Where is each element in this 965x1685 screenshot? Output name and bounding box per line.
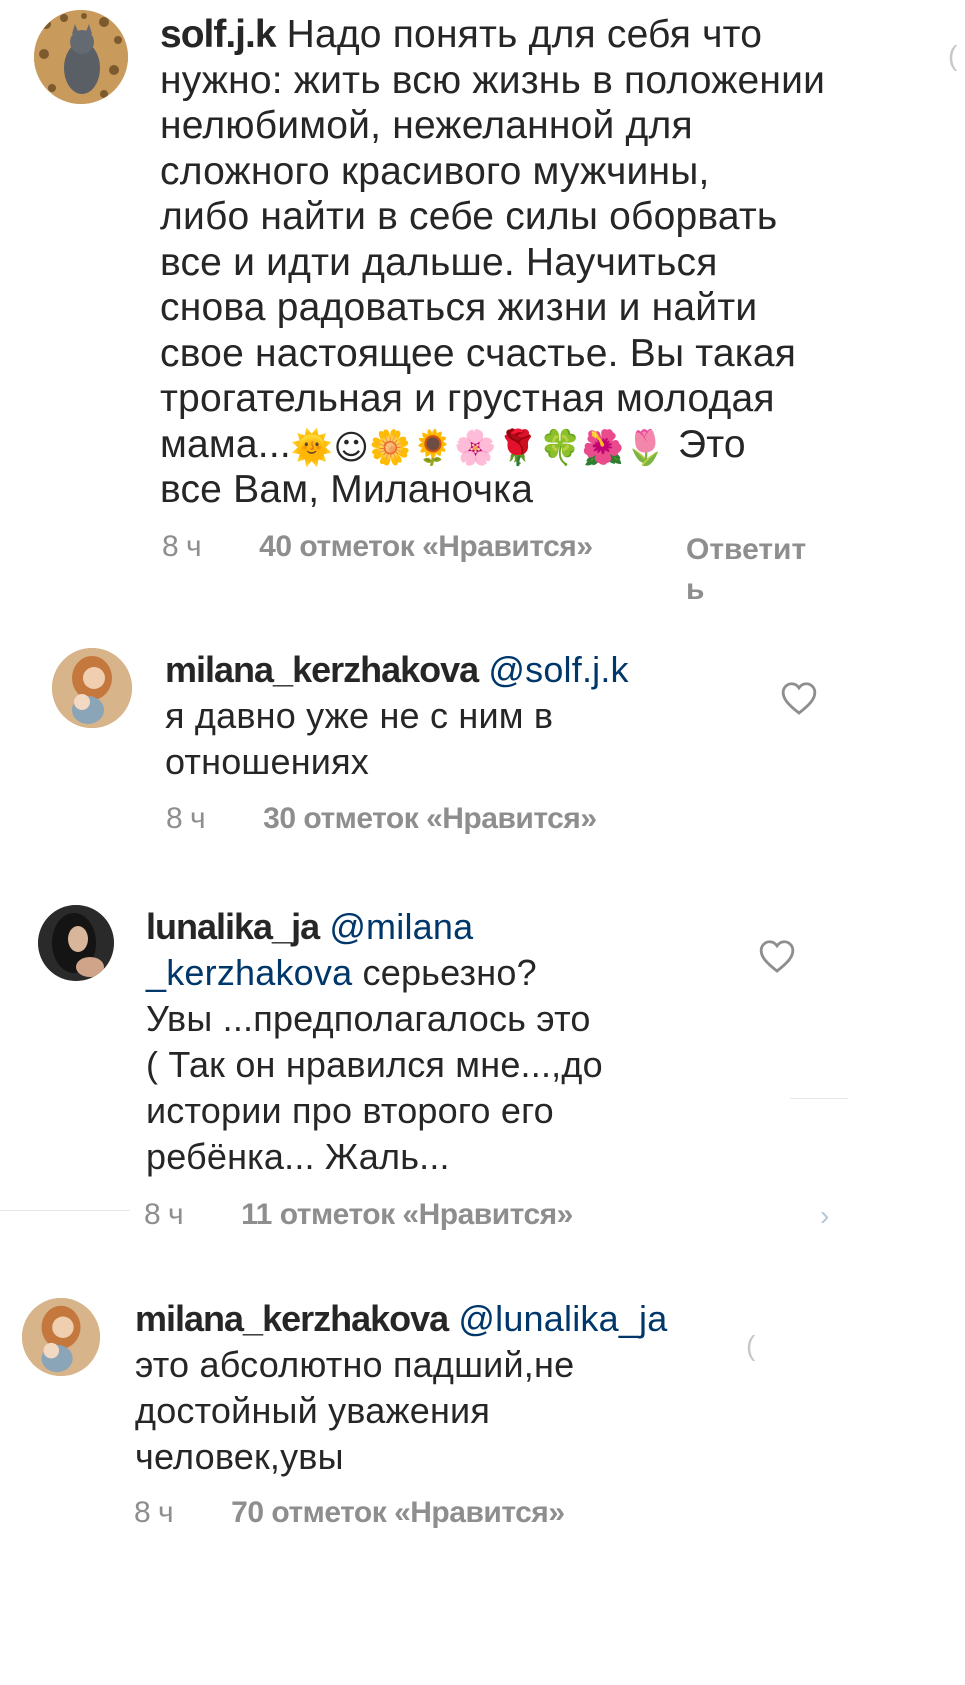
comment-text: lunalika_ja @milana _kerzhakova серьезно… xyxy=(146,904,746,1180)
comment-username[interactable]: milana_kerzhakova xyxy=(135,1298,449,1339)
comment-username[interactable]: solf.j.k xyxy=(160,13,277,56)
mention-link[interactable]: @solf.j.k xyxy=(488,649,628,690)
comment-line: либо найти в себе силы оборвать xyxy=(160,195,778,238)
comment-line: все и идти дальше. Научиться xyxy=(160,240,718,284)
heart-icon-partial[interactable]: › xyxy=(820,1200,829,1232)
comment-line: свое настоящее счастье. Вы такая xyxy=(160,331,797,375)
cherry-blossom-emoji: 🌸 xyxy=(454,427,497,468)
reply-button[interactable]: Ответить xyxy=(686,530,816,610)
comment-time: 8 ч xyxy=(144,1198,184,1231)
comment-meta: 8 ч 40 отметок «Нравится» xyxy=(162,530,593,564)
divider xyxy=(0,1210,130,1211)
comment-line: мама... xyxy=(160,422,291,466)
avatar[interactable] xyxy=(22,1298,100,1376)
comment-line: серьезно? xyxy=(362,952,537,993)
mention-link[interactable]: @milana xyxy=(329,906,473,947)
comment-line: нужно: жить всю жизнь в положении xyxy=(160,58,826,102)
hibiscus-emoji: 🌺 xyxy=(581,427,625,468)
cat-avatar-image xyxy=(34,10,128,104)
comment-line: человек,увы xyxy=(135,1436,344,1477)
sun-emoji: 🌞 xyxy=(290,427,334,468)
avatar[interactable] xyxy=(38,905,114,981)
comment-line: Это xyxy=(678,422,746,466)
mention-link[interactable]: @lunalika_ja xyxy=(458,1298,667,1339)
comment-line: это абсолютно падший,не xyxy=(135,1344,575,1385)
comment-text: solf.j.k Надо понять для себя что нужно:… xyxy=(160,12,900,513)
sunflower-emoji: 🌻 xyxy=(411,427,455,468)
comment-line: снова радоваться жизни и найти xyxy=(160,286,758,329)
likes-count[interactable]: 40 отметок «Нравится» xyxy=(259,530,593,563)
comment-line: трогательная и грустная молодая xyxy=(160,377,775,420)
comment-line: достойный уважения xyxy=(135,1390,491,1431)
comment-meta: 8 ч 70 отметок «Нравится» xyxy=(134,1496,565,1530)
heart-outline-icon[interactable] xyxy=(758,938,796,974)
heart-icon-partial[interactable]: ( xyxy=(746,1330,755,1362)
comment-line: ( Так он нравился мне...,до xyxy=(146,1044,603,1085)
comment-line: нелюбимой, нежеланной для xyxy=(160,104,693,147)
divider xyxy=(790,1098,848,1099)
comment-time: 8 ч xyxy=(162,530,202,563)
comment-line: Увы ...предполагалось это xyxy=(146,998,591,1039)
comment-line: Надо понять для себя что xyxy=(286,13,763,56)
rose-emoji: 🌹 xyxy=(496,427,540,468)
likes-count[interactable]: 70 отметок «Нравится» xyxy=(231,1496,565,1529)
clover-emoji: 🍀 xyxy=(539,427,582,468)
comment-line: истории про второго его xyxy=(146,1090,554,1131)
comment-line: ребёнка... Жаль... xyxy=(146,1136,450,1177)
daisy-emoji: 🌼 xyxy=(369,427,412,468)
comment-line: я давно уже не с ним в xyxy=(165,695,554,736)
comment-username[interactable]: lunalika_ja xyxy=(146,906,320,947)
avatar[interactable] xyxy=(34,10,128,104)
comment-time: 8 ч xyxy=(134,1496,174,1529)
heart-outline-icon[interactable] xyxy=(780,680,818,716)
comment-meta: 8 ч 11 отметок «Нравится» xyxy=(144,1198,573,1232)
tulip-emoji: 🌷 xyxy=(624,427,667,468)
comment-text: milana_kerzhakova @lunalika_ja это абсол… xyxy=(135,1296,735,1480)
comment-text: milana_kerzhakova @solf.j.k я давно уже … xyxy=(165,647,725,785)
comment-line: отношениях xyxy=(165,741,370,782)
comment-line: все Вам, Миланочка xyxy=(160,468,534,511)
woman-avatar-image xyxy=(38,905,114,981)
comment-meta: 8 ч 30 отметок «Нравится» xyxy=(166,802,597,836)
woman-baby-avatar-image xyxy=(52,648,132,728)
heart-icon-partial[interactable]: ( xyxy=(948,40,957,72)
avatar[interactable] xyxy=(52,648,132,728)
comment-time: 8 ч xyxy=(166,802,206,835)
likes-count[interactable]: 11 отметок «Нравится» xyxy=(241,1198,573,1231)
mention-link-continued[interactable]: _kerzhakova xyxy=(146,952,352,993)
comment-line: сложного красивого мужчины, xyxy=(160,149,710,193)
smile-emoji: ☺ xyxy=(333,427,370,468)
comment-username[interactable]: milana_kerzhakova xyxy=(165,649,479,690)
woman-baby-avatar-image xyxy=(22,1298,100,1376)
likes-count[interactable]: 30 отметок «Нравится» xyxy=(263,802,597,835)
